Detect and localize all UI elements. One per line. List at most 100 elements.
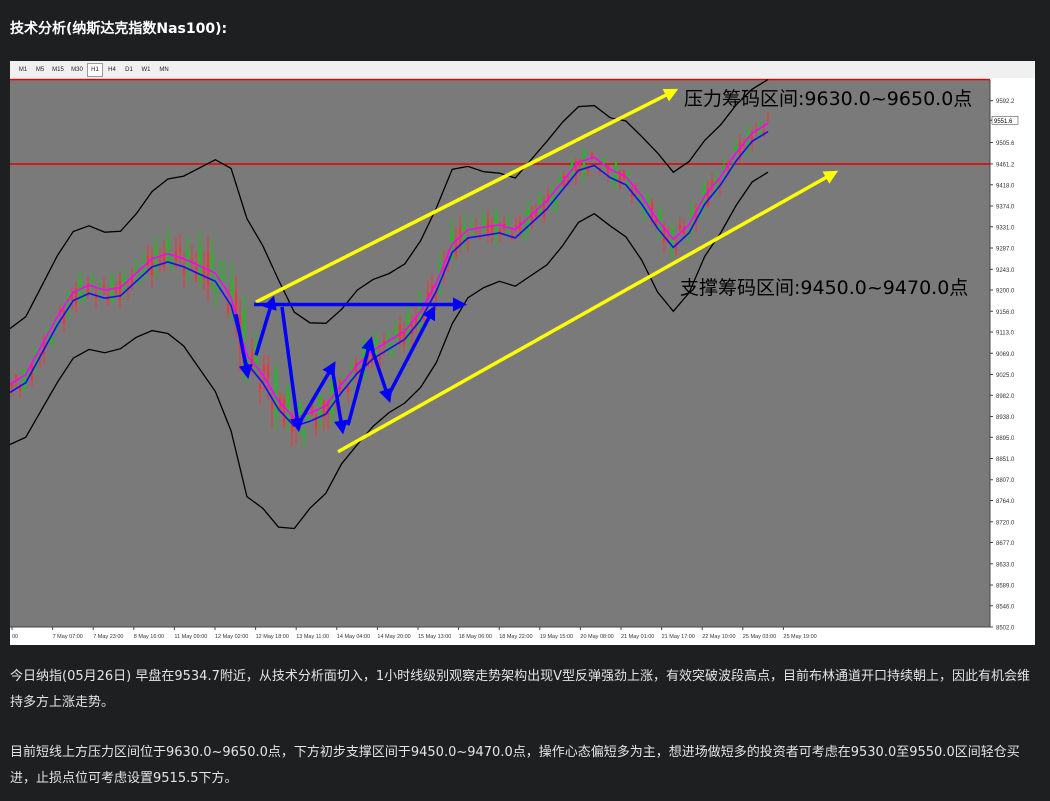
- candle-body: [103, 284, 105, 289]
- x-tick-label: 00: [12, 634, 18, 640]
- y-tick-label: 9505.6: [996, 141, 1015, 147]
- candle-body: [267, 364, 269, 380]
- timeframe-h1-button[interactable]: H1: [87, 63, 103, 77]
- y-tick-label: 9374.0: [996, 205, 1015, 211]
- x-tick-label: 14 May 04:00: [337, 634, 370, 640]
- x-tick-label: 12 May 02:00: [215, 634, 248, 640]
- timeframe-m5-button[interactable]: M5: [32, 63, 48, 77]
- candle-body: [343, 377, 345, 379]
- candle-body: [275, 370, 277, 417]
- candle-body: [491, 225, 493, 235]
- y-tick-label: 8677.0: [996, 541, 1015, 547]
- y-tick-label: 9200.0: [996, 289, 1015, 295]
- x-tick-label: 11 May 09:00: [174, 634, 207, 640]
- candle-body: [215, 288, 217, 292]
- y-tick-label: 8720.0: [996, 520, 1015, 526]
- x-tick-label: 7 May 07:00: [53, 634, 83, 640]
- candle-body: [283, 399, 285, 426]
- current-price-label: 9551.6: [994, 119, 1013, 125]
- price-chart: 9592.2 9551.6 9505.6 9461.2 9418.0 9374.0 9331…: [10, 78, 1035, 645]
- candle-body: [483, 219, 485, 231]
- y-tick-label: 9461.2: [996, 162, 1015, 168]
- candle-body: [375, 338, 377, 355]
- candle-body: [679, 224, 681, 231]
- y-tick-label: 8851.0: [996, 457, 1015, 463]
- x-tick-label: 20 May 08:00: [580, 634, 613, 640]
- candle-body: [119, 280, 121, 301]
- y-tick-label: 8633.0: [996, 562, 1015, 568]
- candle-body: [515, 225, 517, 228]
- y-tick-label: 8938.0: [996, 415, 1015, 421]
- candle-body: [583, 150, 585, 174]
- y-tick-label: 9331.0: [996, 225, 1015, 231]
- candle-body: [263, 364, 265, 372]
- candle-body: [391, 350, 393, 354]
- analysis-paragraph-1: 今日纳指(05月26日) 早盘在9534.7附近，从技术分析面切入，1小时线级别…: [10, 669, 1031, 710]
- x-tick-label: 22 May 10:00: [702, 634, 735, 640]
- candle-body: [319, 394, 321, 417]
- plot-area: [10, 80, 990, 627]
- x-tick-label: 18 May 22:00: [499, 634, 532, 640]
- x-tick-label: 21 May 17:00: [662, 634, 695, 640]
- y-tick-label: 8982.0: [996, 394, 1015, 400]
- candle-body: [211, 253, 213, 273]
- candle-body: [195, 266, 197, 282]
- timeframe-w1-button[interactable]: W1: [138, 63, 154, 77]
- candle-body: [179, 246, 181, 253]
- candle-body: [347, 385, 349, 393]
- candle-body: [487, 218, 489, 237]
- candle-body: [743, 145, 745, 147]
- candle-body: [271, 401, 273, 410]
- x-tick-label: 8 May 16:00: [134, 634, 164, 640]
- candle-body: [15, 374, 17, 380]
- y-tick-label: 9243.0: [996, 268, 1015, 274]
- y-tick-label: 9069.0: [996, 352, 1015, 358]
- candle-body: [91, 279, 93, 282]
- x-tick-label: 25 May 03:00: [743, 634, 776, 640]
- x-tick-label: 19 May 15:00: [540, 634, 573, 640]
- y-tick-label: 8546.0: [996, 604, 1015, 610]
- x-tick-label: 18 May 06:00: [459, 634, 492, 640]
- y-tick-label: 8807.0: [996, 478, 1015, 484]
- y-tick-label: 8589.0: [996, 583, 1015, 589]
- candle-body: [303, 430, 305, 437]
- x-tick-label: 14 May 20:00: [377, 634, 410, 640]
- timeframe-m15-button[interactable]: M15: [49, 63, 67, 77]
- timeframe-m30-button[interactable]: M30: [68, 63, 86, 77]
- support-zone-label: 支撑筹码区间:9450.0~9470.0点: [680, 277, 968, 299]
- chart-frame: M1M5M15M30H1H4D1W1MN 9592.2 9551.6 9505.6 9…: [10, 61, 1035, 645]
- y-tick-label: 9592.2: [996, 99, 1015, 105]
- x-tick-label: 7 May 23:00: [93, 634, 123, 640]
- candle-body: [115, 289, 117, 293]
- x-tick-label: 12 May 18:00: [256, 634, 289, 640]
- y-tick-label: 9025.0: [996, 373, 1015, 379]
- timeframe-m1-button[interactable]: M1: [15, 63, 31, 77]
- candle-body: [159, 259, 161, 263]
- candle-body: [111, 278, 113, 303]
- timeframe-h4-button[interactable]: H4: [104, 63, 120, 77]
- candle-body: [51, 338, 53, 344]
- timeframe-d1-button[interactable]: D1: [121, 63, 137, 77]
- candle-body: [315, 414, 317, 429]
- x-tick-label: 21 May 01:00: [621, 634, 654, 640]
- candle-body: [147, 255, 149, 266]
- candle-body: [167, 240, 169, 264]
- candle-body: [23, 369, 25, 390]
- candle-body: [139, 281, 141, 284]
- candle-body: [579, 162, 581, 167]
- candle-body: [171, 265, 173, 267]
- y-tick-label: 8764.0: [996, 499, 1015, 505]
- candle-body: [635, 185, 637, 187]
- candle-body: [27, 374, 29, 376]
- y-tick-label: 8502.0: [996, 626, 1015, 632]
- y-tick-label: 9287.0: [996, 247, 1015, 253]
- resistance-zone-label: 压力筹码区间:9630.0~9650.0点: [684, 88, 972, 110]
- x-tick-label: 15 May 13:00: [418, 634, 451, 640]
- candle-body: [107, 295, 109, 303]
- candle-body: [199, 245, 201, 282]
- x-tick-label: 25 May 19:00: [783, 634, 816, 640]
- page-heading: 技术分析(纳斯达克指数Nas100):: [10, 21, 228, 37]
- timeframe-mn-button[interactable]: MN: [155, 63, 173, 77]
- x-tick-label: 13 May 11:00: [296, 634, 329, 640]
- y-tick-label: 9113.0: [996, 331, 1015, 337]
